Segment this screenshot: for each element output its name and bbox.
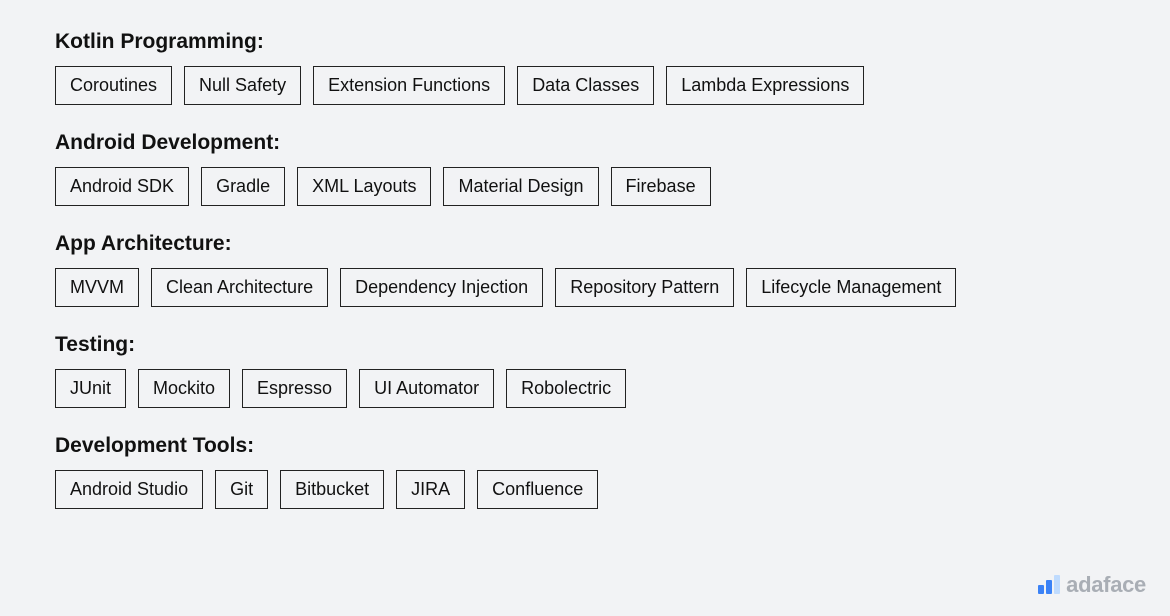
skill-tag: Robolectric xyxy=(506,369,626,408)
skill-tag: MVVM xyxy=(55,268,139,307)
section-title: Kotlin Programming: xyxy=(55,30,1115,54)
skill-tag: Gradle xyxy=(201,167,285,206)
tag-list: JUnit Mockito Espresso UI Automator Robolect… xyxy=(55,369,1115,408)
skill-tag: Dependency Injection xyxy=(340,268,543,307)
skill-tag: Lambda Expressions xyxy=(666,66,864,105)
skill-tag: Espresso xyxy=(242,369,347,408)
skill-tag: Confluence xyxy=(477,470,598,509)
skill-tag: Repository Pattern xyxy=(555,268,734,307)
skill-section: App Architecture: MVVM Clean Architecture D… xyxy=(55,232,1115,307)
skill-section: Kotlin Programming: Coroutines Null Safety… xyxy=(55,30,1115,105)
skills-list: Kotlin Programming: Coroutines Null Safety… xyxy=(55,30,1115,509)
section-title: Development Tools: xyxy=(55,434,1115,458)
skill-tag: Bitbucket xyxy=(280,470,384,509)
skill-tag: Android Studio xyxy=(55,470,203,509)
skill-tag: JUnit xyxy=(55,369,126,408)
bar-chart-icon xyxy=(1038,575,1060,598)
skill-tag: Android SDK xyxy=(55,167,189,206)
skill-tag: XML Layouts xyxy=(297,167,431,206)
skill-tag: Firebase xyxy=(611,167,711,206)
skill-tag: Mockito xyxy=(138,369,230,408)
skill-section: Android Development: Android SDK Gradle XML… xyxy=(55,131,1115,206)
skill-tag: JIRA xyxy=(396,470,465,509)
skill-tag: Clean Architecture xyxy=(151,268,328,307)
skill-section: Testing: JUnit Mockito Espresso UI Automator… xyxy=(55,333,1115,408)
skill-tag: Lifecycle Management xyxy=(746,268,956,307)
skill-tag: Extension Functions xyxy=(313,66,505,105)
skill-tag: Coroutines xyxy=(55,66,172,105)
skill-tag: Git xyxy=(215,470,268,509)
section-title: Testing: xyxy=(55,333,1115,357)
skill-tag: UI Automator xyxy=(359,369,494,408)
skill-section: Development Tools: Android Studio Git Bitbu… xyxy=(55,434,1115,509)
tag-list: Coroutines Null Safety Extension Functions… xyxy=(55,66,1115,105)
tag-list: MVVM Clean Architecture Dependency Injecti… xyxy=(55,268,1115,307)
brand-name: adaface xyxy=(1066,572,1146,598)
tag-list: Android SDK Gradle XML Layouts Material Des… xyxy=(55,167,1115,206)
skill-tag: Data Classes xyxy=(517,66,654,105)
skill-tag: Null Safety xyxy=(184,66,301,105)
section-title: App Architecture: xyxy=(55,232,1115,256)
skill-tag: Material Design xyxy=(443,167,598,206)
tag-list: Android Studio Git Bitbucket JIRA Confluence xyxy=(55,470,1115,509)
brand-logo: adaface xyxy=(1038,572,1146,598)
section-title: Android Development: xyxy=(55,131,1115,155)
